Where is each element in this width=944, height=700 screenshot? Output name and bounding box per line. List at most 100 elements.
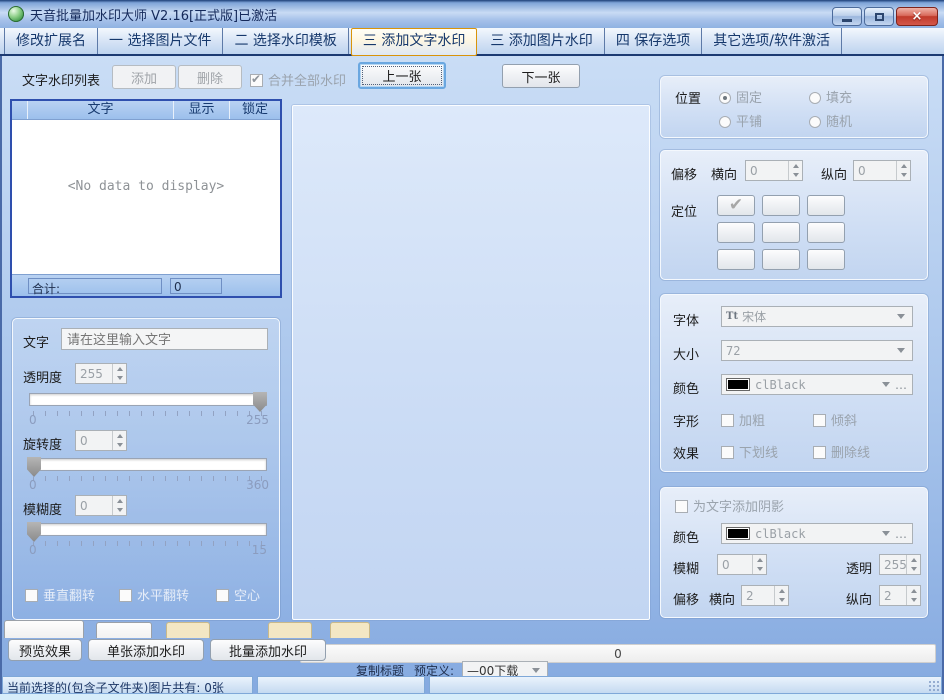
single-add-watermark-button[interactable]: 单张添加水印 (88, 639, 204, 661)
position-fixed-radio[interactable]: 固定 (719, 87, 762, 106)
offset-v-spinner[interactable]: 0 (853, 160, 911, 181)
watermark-text-input[interactable] (61, 328, 268, 350)
strikeout-checkbox[interactable]: 删除线 (813, 442, 870, 461)
clipped-text-row: 复制标题 预定义: —00下载 (300, 661, 640, 676)
tab-other-options[interactable]: 其它选项/软件激活 (702, 28, 842, 54)
preview-canvas[interactable] (292, 105, 650, 620)
window-bottom-edge (0, 694, 944, 700)
shadow-alpha-spinner[interactable]: 255 (879, 554, 921, 575)
spin-down-icon[interactable] (897, 171, 910, 181)
tab-save-options[interactable]: 四 保存选项 (605, 28, 702, 54)
font-family-select[interactable]: Tt 宋体 (721, 306, 913, 327)
spin-down-icon[interactable] (789, 171, 802, 181)
shadow-blur-spinner[interactable]: 0 (717, 554, 767, 575)
position-tile-radio[interactable]: 平铺 (719, 111, 762, 130)
opacity-slider-thumb[interactable] (253, 392, 267, 412)
shadow-enable-checkbox[interactable]: 为文字添加阴影 (675, 496, 784, 515)
italic-checkbox[interactable]: 倾斜 (813, 410, 857, 429)
opacity-spinner[interactable]: 255 (75, 363, 127, 384)
column-text[interactable]: 文字 (28, 101, 174, 119)
tab-rename-extension[interactable]: 修改扩展名 (4, 28, 98, 54)
spin-down-icon[interactable] (907, 565, 920, 575)
merge-all-checkbox[interactable]: ✔合并全部水印 (250, 70, 346, 89)
anchor-bottom-left-button[interactable] (717, 249, 755, 270)
spin-down-icon[interactable] (113, 506, 126, 516)
preview-effect-button[interactable]: 预览效果 (8, 639, 82, 661)
maximize-button[interactable] (864, 7, 894, 26)
minimize-button[interactable] (832, 7, 862, 26)
rotation-spinner[interactable]: 0 (75, 430, 127, 451)
opacity-slider-track[interactable] (29, 393, 267, 406)
font-family-value: 宋体 (742, 308, 894, 325)
spin-down-icon[interactable] (113, 441, 126, 451)
spin-up-icon[interactable] (113, 431, 126, 441)
spin-down-icon[interactable] (113, 374, 126, 384)
shadow-offset-h-spinner[interactable]: 2 (741, 585, 789, 606)
spin-up-icon[interactable] (113, 496, 126, 506)
position-random-radio[interactable]: 随机 (809, 111, 852, 130)
spin-arrows[interactable] (788, 161, 802, 180)
previous-image-button[interactable]: 上一张 (358, 62, 446, 89)
anchor-bottom-center-button[interactable] (762, 249, 800, 270)
anchor-mid-center-button[interactable] (762, 222, 800, 243)
shadow-color-select[interactable]: clBlack … (721, 523, 913, 544)
text-watermark-list[interactable]: 文字 显示 锁定 <No data to display> 合计: 0 (10, 99, 282, 298)
spin-up-icon[interactable] (789, 161, 802, 171)
spin-arrows[interactable] (896, 161, 910, 180)
delete-watermark-button[interactable]: 删除 (178, 65, 242, 89)
opacity-spin-arrows[interactable] (112, 364, 126, 383)
spin-down-icon[interactable] (753, 565, 766, 575)
resize-grip-icon[interactable] (929, 681, 939, 691)
blur-slider-track[interactable] (29, 523, 267, 536)
font-size-select[interactable]: 72 (721, 340, 913, 361)
spin-up-icon[interactable] (907, 555, 920, 565)
position-fill-radio[interactable]: 填充 (809, 87, 852, 106)
anchor-top-left-button[interactable]: ✔ (717, 195, 755, 216)
bold-checkbox[interactable]: 加粗 (721, 410, 765, 429)
tab-select-images[interactable]: 一 选择图片文件 (98, 28, 223, 54)
anchor-mid-right-button[interactable] (807, 222, 845, 243)
anchor-top-right-button[interactable] (807, 195, 845, 216)
batch-add-watermark-button[interactable]: 批量添加水印 (210, 639, 326, 661)
anchor-mid-left-button[interactable] (717, 222, 755, 243)
spin-arrows[interactable] (774, 586, 788, 605)
offset-h-spinner[interactable]: 0 (745, 160, 803, 181)
ellipsis-icon[interactable]: … (895, 378, 908, 392)
tab-add-text-watermark[interactable]: 三 添加文字水印 (351, 28, 477, 56)
opacity-slider-ticks (33, 411, 265, 416)
blur-spin-arrows[interactable] (112, 496, 126, 515)
maximize-icon (875, 13, 884, 21)
spin-up-icon[interactable] (907, 586, 920, 596)
shadow-offset-v-spinner[interactable]: 2 (879, 585, 921, 606)
close-button[interactable]: × (896, 7, 938, 26)
rotation-slider-track[interactable] (29, 458, 267, 471)
spin-down-icon[interactable] (775, 596, 788, 606)
rotation-slider-thumb[interactable] (27, 457, 41, 477)
spin-up-icon[interactable] (897, 161, 910, 171)
rotation-spin-arrows[interactable] (112, 431, 126, 450)
tab-add-image-watermark[interactable]: 三 添加图片水印 (479, 28, 604, 54)
preset-select[interactable]: —00下载 (462, 661, 548, 676)
spin-arrows[interactable] (906, 555, 920, 574)
hollow-checkbox[interactable]: 空心 (216, 585, 260, 604)
column-show[interactable]: 显示 (174, 101, 230, 119)
spin-up-icon[interactable] (753, 555, 766, 565)
blur-slider-thumb[interactable] (27, 522, 41, 542)
anchor-top-center-button[interactable] (762, 195, 800, 216)
tab-select-template[interactable]: 二 选择水印模板 (223, 28, 348, 54)
underline-checkbox[interactable]: 下划线 (721, 442, 778, 461)
column-lock[interactable]: 锁定 (230, 101, 280, 119)
flip-vertical-checkbox[interactable]: 垂直翻转 (25, 585, 95, 604)
spin-arrows[interactable] (752, 555, 766, 574)
add-watermark-button[interactable]: 添加 (112, 65, 176, 89)
next-image-button[interactable]: 下一张 (502, 64, 580, 88)
ellipsis-icon[interactable]: … (895, 527, 908, 541)
flip-horizontal-checkbox[interactable]: 水平翻转 (119, 585, 189, 604)
anchor-bottom-right-button[interactable] (807, 249, 845, 270)
spin-up-icon[interactable] (775, 586, 788, 596)
spin-up-icon[interactable] (113, 364, 126, 374)
font-color-select[interactable]: clBlack … (721, 374, 913, 395)
spin-down-icon[interactable] (907, 596, 920, 606)
blur-spinner[interactable]: 0 (75, 495, 127, 516)
spin-arrows[interactable] (906, 586, 920, 605)
